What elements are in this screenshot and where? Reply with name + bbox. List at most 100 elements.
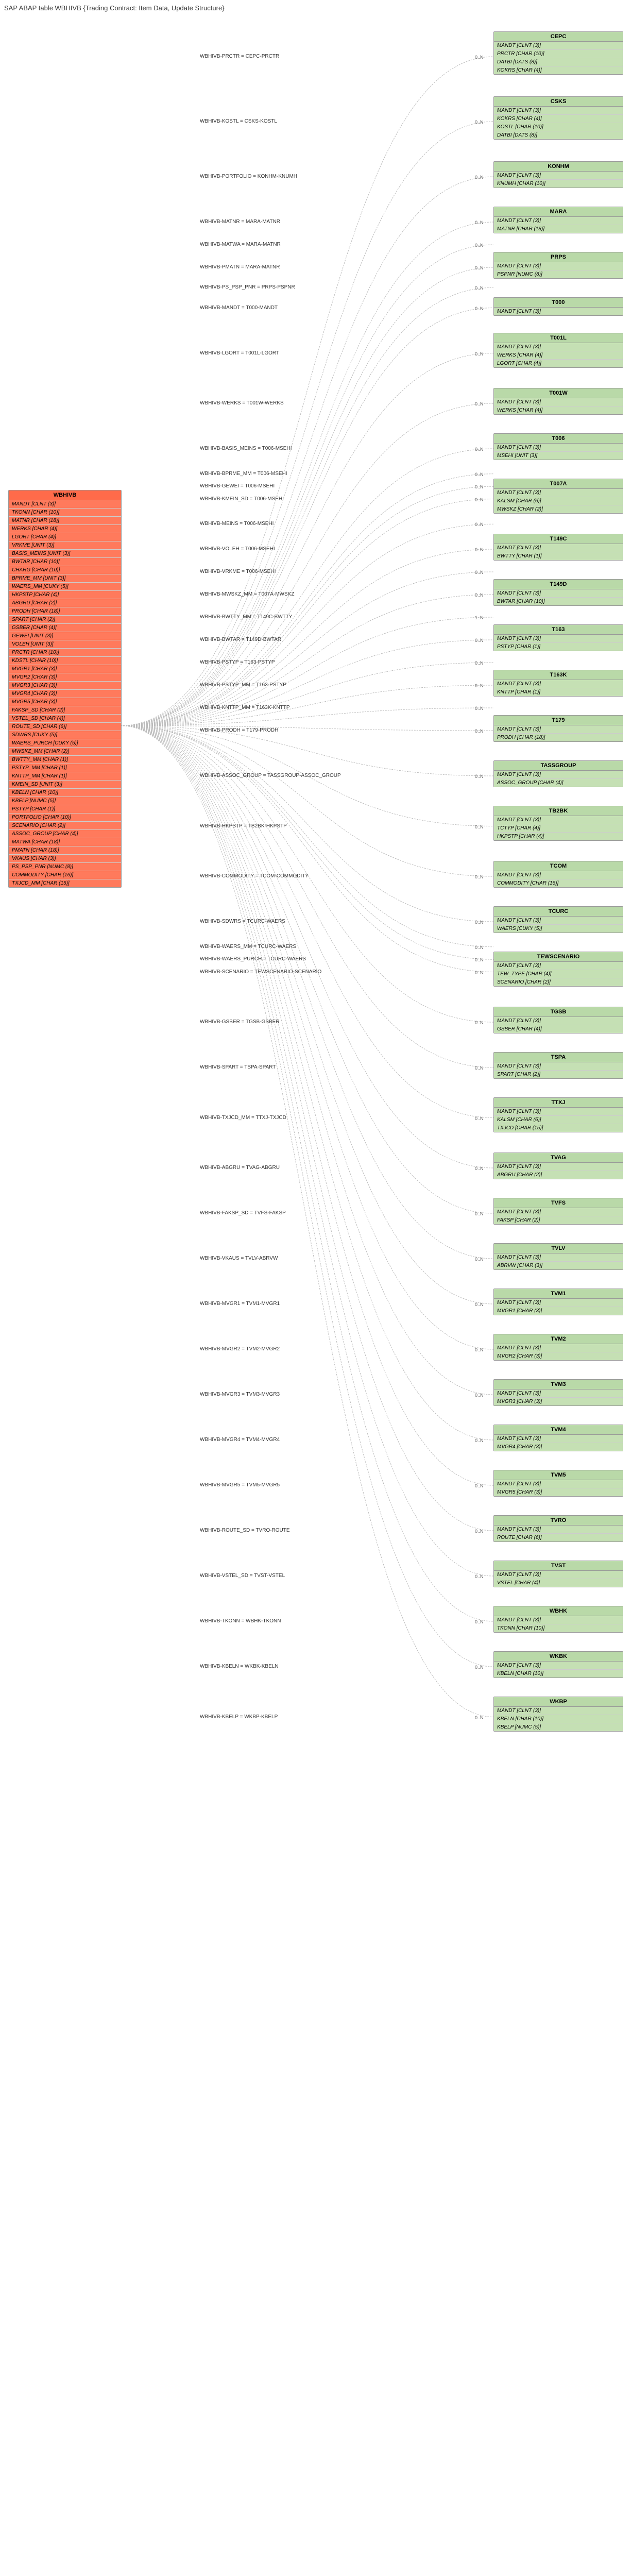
relation-label: WBHIVB-MEINS = T006-MSEHI [200,521,274,527]
cardinality-label: 0..N [475,472,484,477]
target-entity: T163MANDT [CLNT (3)]PSTYP [CHAR (1)] [493,624,623,651]
entity-field: MANDT [CLNT (3)] [494,725,623,734]
target-entity: TVM1MANDT [CLNT (3)]MVGR1 [CHAR (3)] [493,1289,623,1315]
entity-field: MVGR5 [CHAR (3)] [9,698,121,706]
entity-field: LGORT [CHAR (4)] [9,533,121,541]
entity-field: PRODH [CHAR (18)] [494,734,623,741]
relation-label: WBHIVB-GSBER = TGSB-GSBER [200,1019,280,1025]
entity-field: PSTYP_MM [CHAR (1)] [9,764,121,772]
target-entity: T000MANDT [CLNT (3)] [493,297,623,316]
entity-field: MWSKZ_MM [CHAR (2)] [9,748,121,756]
target-entity: TVFSMANDT [CLNT (3)]FAKSP [CHAR (2)] [493,1198,623,1225]
entity-field: MANDT [CLNT (3)] [494,107,623,115]
entity-header: WKBK [494,1652,623,1662]
cardinality-label: 1..N [475,615,484,620]
entity-header: CEPC [494,32,623,42]
relation-label: WBHIVB-SDWRS = TCURC-WAERS [200,919,285,924]
entity-field: COMMODITY [CHAR (16)] [9,871,121,879]
entity-field: MANDT [CLNT (3)] [494,771,623,779]
entity-field: MANDT [CLNT (3)] [494,217,623,225]
entity-field: BWTAR [CHAR (10)] [494,598,623,605]
target-entity: TGSBMANDT [CLNT (3)]GSBER [CHAR (4)] [493,1007,623,1033]
entity-field: MANDT [CLNT (3)] [494,917,623,925]
entity-field: GEWEI [UNIT (3)] [9,632,121,640]
entity-field: MANDT [CLNT (3)] [494,1299,623,1307]
entity-field: MATWA [CHAR (18)] [9,838,121,846]
entity-field: MVGR3 [CHAR (3)] [494,1398,623,1405]
relation-label: WBHIVB-MVGR1 = TVM1-MVGR1 [200,1301,280,1307]
cardinality-label: 0..N [475,638,484,643]
target-entity: TSPAMANDT [CLNT (3)]SPART [CHAR (2)] [493,1052,623,1079]
cardinality-label: 0..N [475,1166,484,1171]
entity-header: CSKS [494,97,623,107]
target-entity: TVM3MANDT [CLNT (3)]MVGR3 [CHAR (3)] [493,1379,623,1406]
entity-header: WBHIVB [9,490,121,500]
cardinality-label: 0..N [475,285,484,291]
relation-label: WBHIVB-GEWEI = T006-MSEHI [200,483,275,489]
entity-field: GSBER [CHAR (4)] [9,624,121,632]
relation-label: WBHIVB-KNTTP_MM = T163K-KNTTP [200,705,290,710]
entity-header: MARA [494,207,623,217]
entity-field: MANDT [CLNT (3)] [494,308,623,315]
cardinality-label: 0..N [475,497,484,502]
entity-field: MANDT [CLNT (3)] [494,42,623,50]
entity-header: T163 [494,625,623,635]
entity-field: MATNR [CHAR (18)] [9,517,121,525]
entity-header: T006 [494,434,623,444]
entity-field: MANDT [CLNT (3)] [494,172,623,180]
relation-label: WBHIVB-TXJCD_MM = TTXJ-TXJCD [200,1115,286,1121]
cardinality-label: 0..N [475,1065,484,1071]
cardinality-label: 0..N [475,175,484,180]
entity-field: TKONN [CHAR (10)] [494,1624,623,1632]
entity-field: MANDT [CLNT (3)] [494,262,623,270]
target-entity: TVROMANDT [CLNT (3)]ROUTE [CHAR (6)] [493,1515,623,1542]
entity-field: WAERS [CUKY (5)] [494,925,623,933]
entity-field: MANDT [CLNT (3)] [494,444,623,452]
entity-field: BWTAR [CHAR (10)] [9,558,121,566]
entity-field: KOSTL [CHAR (10)] [494,123,623,131]
entity-field: KALSM [CHAR (6)] [494,1116,623,1124]
entity-header: T000 [494,298,623,308]
relation-label: WBHIVB-MWSKZ_MM = T007A-MWSKZ [200,591,294,597]
entity-field: BASIS_MEINS [UNIT (3)] [9,550,121,558]
target-entity: TVLVMANDT [CLNT (3)]ABRVW [CHAR (3)] [493,1243,623,1270]
target-entity: TCURCMANDT [CLNT (3)]WAERS [CUKY (5)] [493,906,623,933]
cardinality-label: 0..N [475,957,484,962]
entity-field: MANDT [CLNT (3)] [494,1435,623,1443]
entity-field: KMEIN_SD [UNIT (3)] [9,781,121,789]
entity-field: MANDT [CLNT (3)] [494,1480,623,1488]
cardinality-label: 0..N [475,1529,484,1534]
cardinality-label: 0..N [475,683,484,688]
entity-field: SCENARIO [CHAR (2)] [9,822,121,830]
entity-field: VKAUS [CHAR (3)] [9,855,121,863]
relation-label: WBHIVB-COMMODITY = TCOM-COMMODITY [200,873,309,879]
relation-label: WBHIVB-KBELN = WKBK-KBELN [200,1664,279,1669]
cardinality-label: 0..N [475,874,484,879]
relation-label: WBHIVB-WERKS = T001W-WERKS [200,400,284,406]
target-entity: TEWSCENARIOMANDT [CLNT (3)]TEW_TYPE [CHA… [493,952,623,987]
relation-label: WBHIVB-ASSOC_GROUP = TASSGROUP-ASSOC_GRO… [200,773,341,778]
relation-label: WBHIVB-MATNR = MARA-MATNR [200,219,280,225]
cardinality-label: 0..N [475,547,484,552]
cardinality-label: 0..N [475,728,484,734]
entity-field: MANDT [CLNT (3)] [494,1163,623,1171]
entity-header: TTXJ [494,1098,623,1108]
cardinality-label: 0..N [475,570,484,575]
entity-header: TVFS [494,1198,623,1208]
entity-field: MANDT [CLNT (3)] [494,589,623,598]
entity-field: PMATN [CHAR (18)] [9,846,121,855]
source-entity: WBHIVBMANDT [CLNT (3)]TKONN [CHAR (10)]M… [8,490,122,888]
entity-field: MANDT [CLNT (3)] [494,1253,623,1262]
cardinality-label: 0..N [475,1715,484,1720]
relation-label: WBHIVB-ABGRU = TVAG-ABGRU [200,1165,280,1171]
entity-header: TCURC [494,907,623,917]
entity-field: TXJCD [CHAR (15)] [494,1124,623,1132]
relation-label: WBHIVB-BASIS_MEINS = T006-MSEHI [200,446,292,451]
entity-field: KNTTP_MM [CHAR (1)] [9,772,121,781]
entity-field: SDWRS [CUKY (5)] [9,731,121,739]
relation-label: WBHIVB-VOLEH = T006-MSEHI [200,546,275,552]
target-entity: WKBKMANDT [CLNT (3)]KBELN [CHAR (10)] [493,1651,623,1678]
entity-field: MANDT [CLNT (3)] [9,500,121,509]
entity-field: ABGRU [CHAR (2)] [9,599,121,607]
relation-label: WBHIVB-VSTEL_SD = TVST-VSTEL [200,1573,285,1579]
